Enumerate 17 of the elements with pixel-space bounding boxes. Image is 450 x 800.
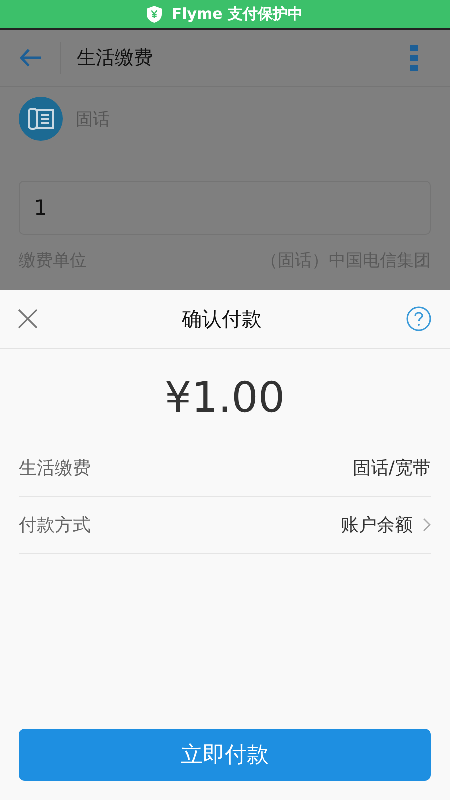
back-icon[interactable] — [20, 49, 42, 67]
status-text: Flyme 支付保护中 — [172, 4, 304, 24]
more-icon[interactable] — [410, 45, 418, 71]
chevron-right-icon — [423, 518, 431, 532]
account-field[interactable]: 1 — [19, 181, 431, 235]
pay-now-button[interactable]: 立即付款 — [19, 729, 431, 781]
row-label: 生活缴费 — [19, 457, 92, 480]
sheet-title: 确认付款 — [182, 306, 262, 332]
page-title: 生活缴费 — [77, 46, 154, 71]
close-icon[interactable] — [18, 309, 38, 329]
help-icon[interactable] — [406, 306, 432, 332]
row-value: 固话/宽带 — [352, 457, 431, 480]
row-label: 付款方式 — [19, 514, 92, 537]
phone-icon — [19, 97, 63, 141]
payment-method-value[interactable]: 账户余额 — [341, 513, 413, 537]
shield-icon — [146, 6, 162, 22]
payment-amount: ¥1.00 — [164, 372, 286, 424]
